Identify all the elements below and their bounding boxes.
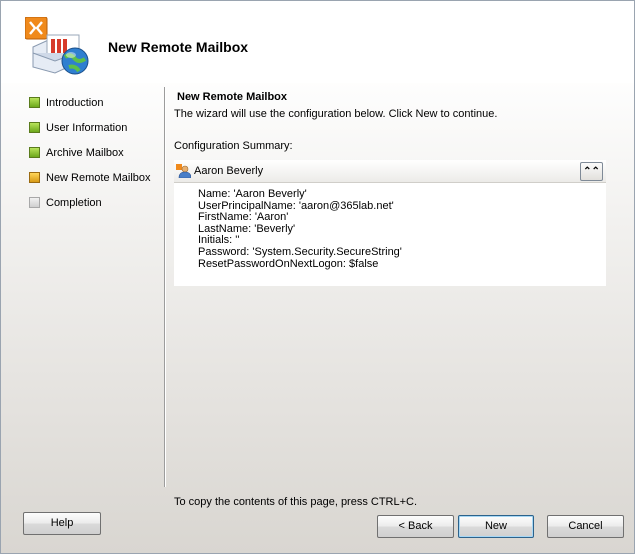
step-completion: Completion	[29, 195, 164, 220]
summary-label: Configuration Summary:	[174, 140, 293, 152]
summary-line: Password: 'System.Security.SecureString'	[198, 245, 402, 258]
step-status-icon	[29, 172, 40, 183]
step-label: Introduction	[46, 97, 104, 109]
new-button[interactable]: New	[458, 515, 534, 538]
summary-details: Name: 'Aaron Beverly' UserPrincipalName:…	[174, 183, 606, 286]
wizard-header: New Remote Mailbox	[1, 1, 634, 83]
help-button[interactable]: Help	[23, 512, 101, 535]
summary-line: Initials: ''	[198, 234, 240, 247]
exchange-mailbox-globe-icon	[25, 17, 89, 75]
wizard-window: New Remote Mailbox Introduction User Inf…	[0, 0, 635, 554]
step-label: Archive Mailbox	[46, 147, 124, 159]
step-introduction[interactable]: Introduction	[29, 95, 164, 120]
summary-user-name: Aaron Beverly	[194, 165, 264, 177]
back-button[interactable]: < Back	[377, 515, 454, 538]
step-user-information[interactable]: User Information	[29, 120, 164, 145]
collapse-button[interactable]: ⌃⌃	[580, 162, 603, 181]
step-label: Completion	[46, 197, 102, 209]
summary-line: LastName: 'Beverly'	[198, 222, 296, 235]
page-title: New Remote Mailbox	[177, 91, 288, 103]
cancel-button[interactable]: Cancel	[547, 515, 624, 538]
summary-line: Name: 'Aaron Beverly'	[198, 188, 307, 200]
summary-section-header[interactable]: Aaron Beverly ⌃⌃	[174, 160, 606, 183]
step-status-icon	[29, 147, 40, 158]
step-label: User Information	[46, 122, 128, 134]
summary-line: FirstName: 'Aaron'	[198, 211, 289, 224]
step-status-icon	[29, 122, 40, 133]
step-status-icon	[29, 197, 40, 208]
page-description: The wizard will use the configuration be…	[174, 108, 498, 120]
user-mailbox-icon	[176, 164, 191, 178]
wizard-steps: Introduction User Information Archive Ma…	[29, 95, 164, 220]
copy-hint: To copy the contents of this page, press…	[174, 496, 418, 508]
wizard-title: New Remote Mailbox	[108, 39, 249, 55]
step-new-remote-mailbox[interactable]: New Remote Mailbox	[29, 170, 164, 195]
step-archive-mailbox[interactable]: Archive Mailbox	[29, 145, 164, 170]
summary-line: ResetPasswordOnNextLogon: $false	[198, 257, 379, 270]
step-label: New Remote Mailbox	[46, 172, 151, 184]
summary-line: UserPrincipalName: 'aaron@365lab.net'	[198, 199, 394, 212]
nav-divider	[164, 87, 166, 487]
step-status-icon	[29, 97, 40, 108]
chevron-double-up-icon: ⌃⌃	[583, 166, 600, 177]
